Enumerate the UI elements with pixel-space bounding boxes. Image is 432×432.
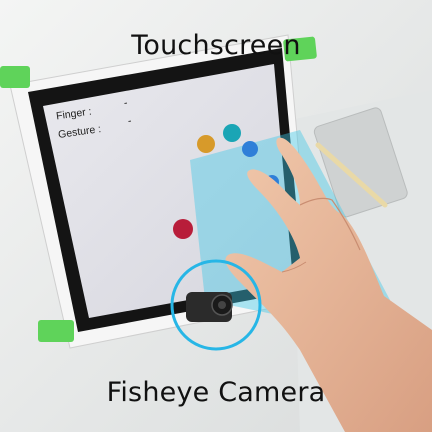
finger-value: - [123,96,129,110]
caption-fisheye-camera: Fisheye Camera [106,377,326,408]
gesture-value: - [127,114,133,128]
caption-touchscreen: Touchscreen [131,30,301,61]
scene-illustration [0,0,432,432]
dot-red [173,219,193,239]
dot-blue-upper [242,141,258,157]
dot-teal [223,124,241,142]
mount-clip-bottom-left [38,320,74,342]
photo-scene: Touchscreen Fisheye Camera Finger : - Ge… [0,0,432,432]
dot-orange [197,135,215,153]
fisheye-camera [186,292,233,322]
mount-clip-top-left [0,66,30,88]
